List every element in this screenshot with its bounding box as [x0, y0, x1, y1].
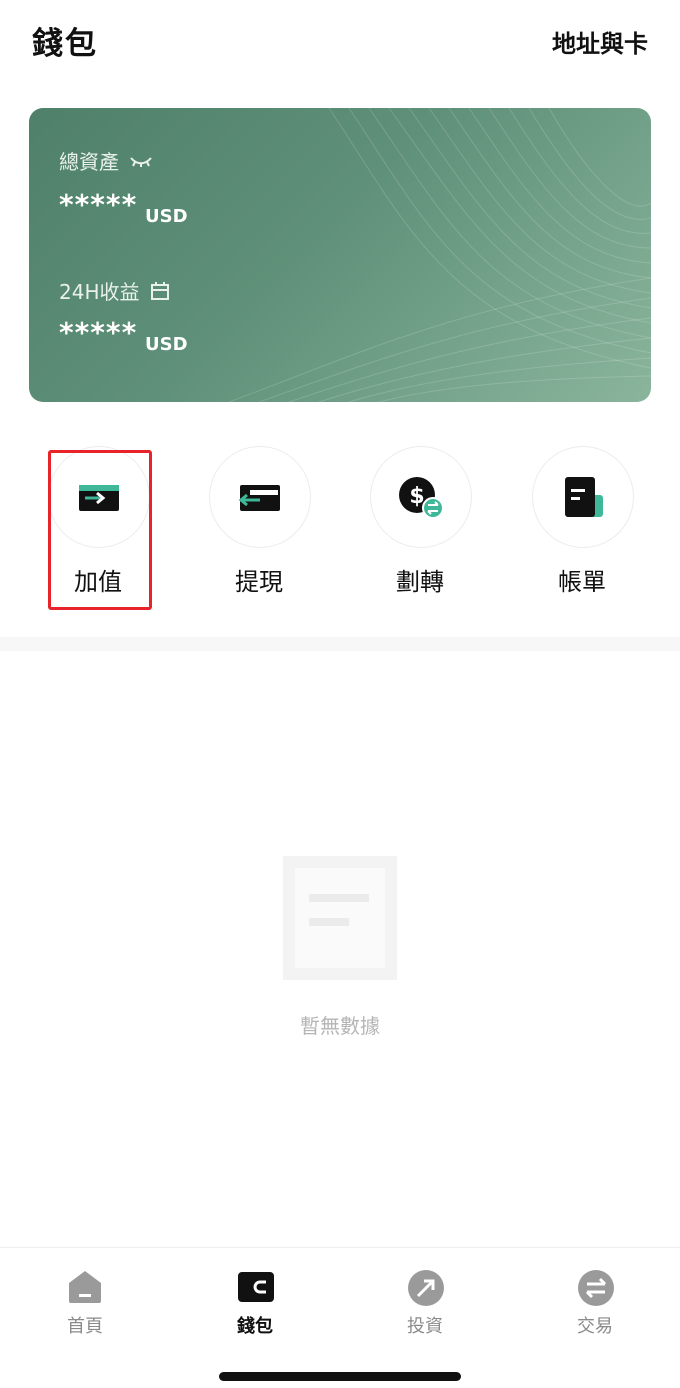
app-header: 錢包 地址與卡 — [0, 0, 680, 84]
withdraw-icon-circle — [209, 446, 311, 548]
tab-home[interactable]: 首頁 — [0, 1266, 170, 1337]
total-assets-row: 總資產 — [59, 146, 153, 175]
total-assets-label: 總資產 — [59, 150, 119, 174]
withdraw-button[interactable]: 提現 — [184, 440, 334, 610]
page-title: 錢包 — [32, 26, 98, 62]
calendar-icon[interactable] — [150, 281, 170, 301]
pnl-24h-row: 24H收益 — [59, 276, 170, 305]
home-icon — [69, 1271, 101, 1303]
tab-trade-label: 交易 — [577, 1316, 613, 1337]
pnl-24h-label: 24H收益 — [59, 280, 140, 304]
total-assets-value: ***** — [59, 188, 138, 221]
tab-invest-label: 投資 — [407, 1316, 443, 1337]
transfer-label: 劃轉 — [396, 568, 444, 596]
pnl-24h-unit: USD — [145, 334, 188, 355]
withdraw-label: 提現 — [235, 568, 283, 596]
tab-trade[interactable]: 交易 — [510, 1266, 680, 1337]
section-divider — [0, 637, 680, 651]
transfer-icon: $ — [399, 477, 444, 519]
wallet-icon — [238, 1272, 274, 1302]
tab-wallet-label: 錢包 — [237, 1316, 273, 1337]
transfer-icon-circle: $ — [370, 446, 472, 548]
asset-card: 總資產 ***** USD 24H收益 ***** USD — [29, 108, 651, 402]
transfer-button[interactable]: $ 劃轉 — [345, 440, 495, 610]
bill-button[interactable]: 帳單 — [507, 440, 657, 610]
empty-state-text: 暫無數據 — [300, 1014, 380, 1038]
address-and-card-link[interactable]: 地址與卡 — [552, 24, 648, 59]
tab-invest[interactable]: 投資 — [340, 1266, 510, 1337]
bottom-tab-bar: 首頁 錢包 投資 交易 — [0, 1247, 680, 1388]
invest-icon — [408, 1270, 444, 1306]
eye-closed-icon[interactable] — [129, 154, 153, 168]
deposit-highlight-box — [48, 450, 152, 610]
total-assets-unit: USD — [145, 206, 188, 227]
bill-icon — [565, 477, 603, 517]
pnl-24h-value: ***** — [59, 316, 138, 349]
empty-state: 暫無數據 — [0, 850, 680, 1050]
empty-document-icon — [283, 856, 397, 980]
bill-icon-circle — [532, 446, 634, 548]
home-indicator — [219, 1372, 461, 1381]
withdraw-icon — [238, 485, 280, 511]
trade-icon — [578, 1270, 614, 1306]
bill-label: 帳單 — [558, 568, 606, 596]
tab-home-label: 首頁 — [67, 1316, 103, 1337]
tab-wallet[interactable]: 錢包 — [170, 1266, 340, 1337]
